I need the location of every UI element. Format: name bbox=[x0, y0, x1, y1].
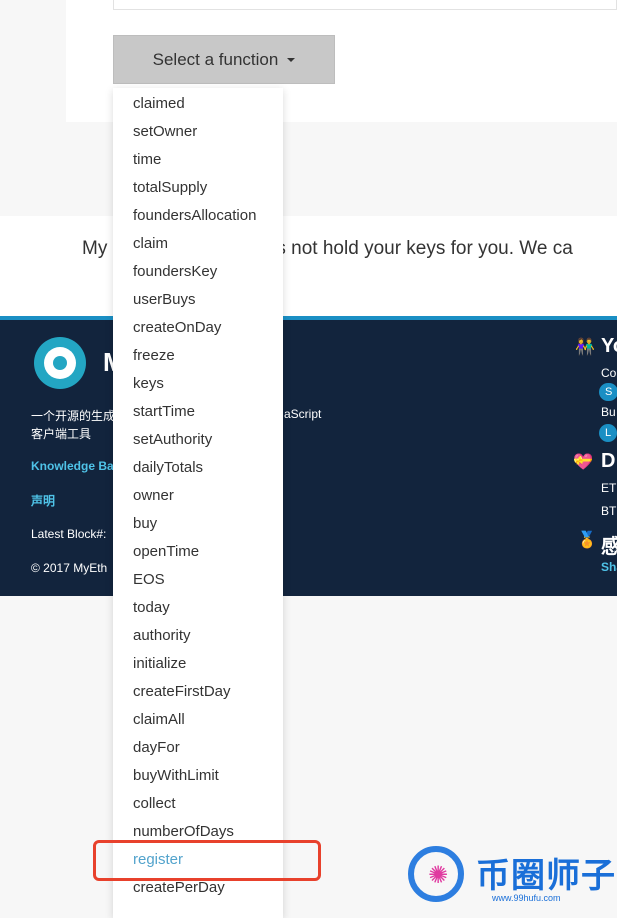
menu-item-create-per-day[interactable]: createPerDay bbox=[133, 879, 225, 896]
menu-item-number-of-days[interactable]: numberOfDays bbox=[133, 823, 234, 840]
right-btc: BT bbox=[601, 504, 617, 518]
watermark-text: 币圈师子 bbox=[476, 857, 616, 895]
select-function-button[interactable]: Select a function bbox=[113, 35, 335, 84]
menu-item-start-time[interactable]: startTime bbox=[133, 403, 195, 420]
menu-item-create-first-day[interactable]: createFirstDay bbox=[133, 683, 231, 700]
right-heading-2: D bbox=[601, 450, 616, 472]
footer-desc-line1-end: aScript bbox=[284, 407, 322, 421]
menu-item-owner[interactable]: owner bbox=[133, 487, 174, 504]
latest-block: Latest Block#: bbox=[31, 527, 107, 541]
disclaimer-link[interactable]: 声明 bbox=[31, 492, 55, 509]
menu-item-initialize[interactable]: initialize bbox=[133, 655, 186, 672]
menu-item-eos[interactable]: EOS bbox=[133, 571, 165, 588]
right-share-link[interactable]: Sha bbox=[601, 560, 617, 574]
menu-item-time[interactable]: time bbox=[133, 151, 161, 168]
menu-item-create-on-day[interactable]: createOnDay bbox=[133, 319, 221, 336]
heart-gift-icon: 💝 bbox=[573, 454, 593, 471]
right-heading-3: 感 bbox=[601, 536, 617, 558]
caret-down-icon bbox=[287, 57, 296, 62]
right-pill-2[interactable]: L bbox=[599, 424, 617, 442]
footer-desc-line2: 客户端工具 bbox=[31, 427, 92, 441]
menu-item-claim-all[interactable]: claimAll bbox=[133, 711, 185, 728]
menu-item-total-supply[interactable]: totalSupply bbox=[133, 179, 207, 196]
knowledge-base-link[interactable]: Knowledge Bas bbox=[31, 459, 120, 473]
info-band bbox=[0, 216, 617, 316]
menu-item-authority[interactable]: authority bbox=[133, 627, 191, 644]
select-function-label: Select a function bbox=[152, 49, 279, 69]
menu-item-set-authority[interactable]: setAuthority bbox=[133, 431, 212, 448]
right-eth: ET bbox=[601, 481, 617, 495]
menu-item-open-time[interactable]: openTime bbox=[133, 543, 199, 560]
menu-item-claim[interactable]: claim bbox=[133, 235, 168, 252]
register-highlight-box bbox=[93, 840, 321, 881]
menu-item-claimed[interactable]: claimed bbox=[133, 95, 185, 112]
menu-item-founders-allocation[interactable]: foundersAllocation bbox=[133, 207, 256, 224]
watermark-star-icon: ✺ bbox=[428, 862, 449, 889]
footer bbox=[0, 316, 617, 596]
menu-item-collect[interactable]: collect bbox=[133, 795, 176, 812]
right-co: Co bbox=[601, 366, 617, 380]
right-heading-1: Yo bbox=[601, 335, 617, 357]
menu-item-keys[interactable]: keys bbox=[133, 375, 164, 392]
right-buy: Bu bbox=[601, 405, 616, 419]
copyright: © 2017 MyEth bbox=[31, 561, 108, 575]
menu-item-daily-totals[interactable]: dailyTotals bbox=[133, 459, 203, 476]
menu-item-user-buys[interactable]: userBuys bbox=[133, 291, 196, 308]
medal-icon: 🏅 bbox=[577, 532, 597, 549]
menu-item-buy-with-limit[interactable]: buyWithLimit bbox=[133, 767, 219, 784]
menu-item-day-for[interactable]: dayFor bbox=[133, 739, 180, 756]
menu-item-buy[interactable]: buy bbox=[133, 515, 157, 532]
contract-input-edge[interactable] bbox=[113, 0, 617, 10]
watermark-url: www.99hufu.com bbox=[492, 893, 561, 903]
right-pill-1[interactable]: S bbox=[599, 383, 617, 401]
menu-item-set-owner[interactable]: setOwner bbox=[133, 123, 197, 140]
menu-item-founders-key[interactable]: foundersKey bbox=[133, 263, 217, 280]
band-text-start: My bbox=[82, 238, 108, 259]
menu-item-today[interactable]: today bbox=[133, 599, 170, 616]
brand-logo-icon bbox=[34, 337, 86, 389]
footer-desc-line1: 一个开源的生成 bbox=[31, 409, 116, 423]
band-text-end: oes not hold your keys for you. We ca bbox=[255, 238, 573, 259]
menu-item-freeze[interactable]: freeze bbox=[133, 347, 175, 364]
people-icon: 👫 bbox=[575, 339, 595, 356]
